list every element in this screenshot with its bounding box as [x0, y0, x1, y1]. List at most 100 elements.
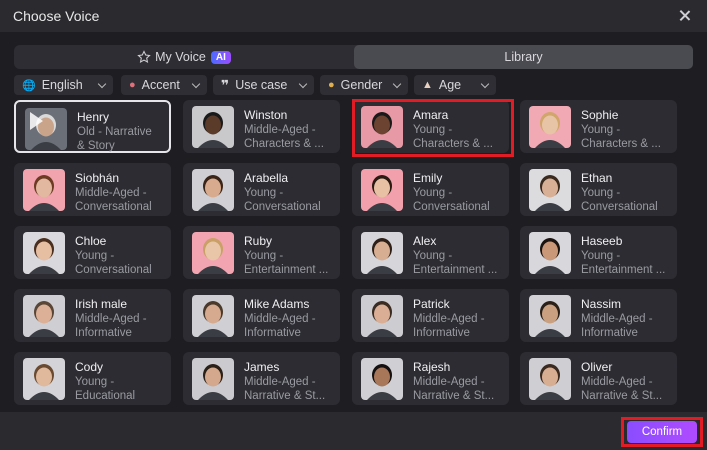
- voice-age-category: Middle-Aged -: [244, 124, 316, 136]
- voice-use-case: Conversational: [75, 201, 152, 213]
- voice-avatar: [529, 232, 571, 274]
- age-filter-label: Age: [438, 78, 462, 92]
- use-case-filter[interactable]: ❞ Use case: [213, 75, 314, 95]
- chevron-down-icon: [480, 79, 490, 89]
- voice-avatar: [192, 358, 234, 400]
- voice-card[interactable]: Chloe Young - Conversational: [14, 226, 171, 279]
- chevron-down-icon: [298, 79, 308, 89]
- voice-avatar: [529, 169, 571, 211]
- ai-badge: AI: [210, 50, 231, 64]
- voice-card[interactable]: Haseeb Young - Entertainment ...: [520, 226, 677, 279]
- voice-card[interactable]: Sophie Young - Characters & ...: [520, 100, 677, 153]
- voice-use-case: Entertainment ...: [244, 264, 329, 276]
- voice-age-category: Middle-Aged -: [413, 376, 485, 388]
- voice-avatar: [23, 295, 65, 337]
- voice-card[interactable]: Ruby Young - Entertainment ...: [183, 226, 340, 279]
- voice-age-category: Old - Narrative: [77, 126, 152, 138]
- voice-age-category: Young -: [75, 250, 115, 262]
- voice-card[interactable]: Irish male Middle-Aged - Informative: [14, 289, 171, 342]
- voice-name: James: [244, 360, 280, 374]
- voice-use-case: Narrative & St...: [244, 390, 326, 402]
- voice-card[interactable]: Emily Young - Conversational: [352, 163, 509, 216]
- voice-age-category: Young -: [413, 250, 453, 262]
- voice-age-category: Middle-Aged -: [244, 376, 316, 388]
- amara-highlight-box: [352, 99, 514, 157]
- voice-use-case: Characters & ...: [581, 138, 661, 150]
- voice-card[interactable]: Ethan Young - Conversational: [520, 163, 677, 216]
- voice-card[interactable]: Arabella Young - Conversational: [183, 163, 340, 216]
- tab-library-label: Library: [504, 50, 543, 64]
- voice-name: Rajesh: [413, 360, 451, 374]
- play-icon[interactable]: [30, 112, 43, 130]
- voice-name: Henry: [77, 110, 110, 124]
- voice-name: Sophie: [581, 108, 619, 122]
- voice-use-case: Conversational: [413, 201, 490, 213]
- voice-avatar: [23, 358, 65, 400]
- voice-name: Ethan: [581, 171, 613, 185]
- voice-age-category: Young -: [413, 187, 453, 199]
- voice-age-category: Young -: [581, 250, 621, 262]
- voice-age-category: Middle-Aged -: [581, 313, 653, 325]
- close-icon[interactable]: [677, 8, 693, 24]
- voice-use-case: Conversational: [244, 201, 321, 213]
- accent-filter[interactable]: ● Accent: [121, 75, 207, 95]
- voice-avatar: [361, 169, 403, 211]
- confirm-highlight-box: [621, 417, 703, 447]
- chevron-down-icon: [191, 79, 201, 89]
- tab-library[interactable]: Library: [354, 45, 693, 69]
- voice-age-category: Middle-Aged -: [244, 313, 316, 325]
- window-title: Choose Voice: [13, 8, 100, 24]
- voice-age-category: Young -: [581, 124, 621, 136]
- voice-card[interactable]: Alex Young - Entertainment ...: [352, 226, 509, 279]
- voice-use-case: Educational: [75, 390, 136, 402]
- use-case-filter-label: Use case: [235, 78, 288, 92]
- voice-card[interactable]: Winston Middle-Aged - Characters & ...: [183, 100, 340, 153]
- voice-name: Arabella: [244, 171, 289, 185]
- age-filter[interactable]: ▲ Age: [414, 75, 496, 95]
- quote-icon: ❞: [221, 76, 230, 93]
- voice-name: Oliver: [581, 360, 613, 374]
- voice-name: Irish male: [75, 297, 128, 311]
- cake-icon: ▲: [422, 79, 433, 91]
- voice-use-case: Narrative & St...: [581, 390, 663, 402]
- voice-avatar: [192, 295, 234, 337]
- voice-name: Mike Adams: [244, 297, 310, 311]
- voice-avatar: [361, 232, 403, 274]
- voice-name: Siobhán: [75, 171, 120, 185]
- voice-name: Chloe: [75, 234, 107, 248]
- voice-card[interactable]: James Middle-Aged - Narrative & St...: [183, 352, 340, 405]
- accent-filter-label: Accent: [141, 78, 180, 92]
- voice-age-category: Middle-Aged -: [413, 313, 485, 325]
- tab-my-voice[interactable]: My Voice AI: [14, 45, 354, 69]
- voice-age-category: Young -: [75, 376, 115, 388]
- voice-use-case: & Story: [77, 140, 115, 152]
- voice-age-category: Middle-Aged -: [75, 313, 147, 325]
- person-icon: ●: [328, 79, 335, 91]
- voice-use-case: Entertainment ...: [413, 264, 498, 276]
- voice-card[interactable]: Cody Young - Educational: [14, 352, 171, 405]
- chevron-down-icon: [97, 79, 107, 89]
- voice-card[interactable]: Patrick Middle-Aged - Informative: [352, 289, 509, 342]
- language-filter[interactable]: 🌐 English: [14, 75, 113, 95]
- voice-card[interactable]: Oliver Middle-Aged - Narrative & St...: [520, 352, 677, 405]
- gender-filter[interactable]: ● Gender: [320, 75, 408, 95]
- lips-icon: ●: [129, 79, 136, 91]
- voice-age-category: Young -: [244, 187, 284, 199]
- voice-name: Haseeb: [581, 234, 623, 248]
- voice-card[interactable]: Nassim Middle-Aged - Informative: [520, 289, 677, 342]
- voice-name: Alex: [413, 234, 437, 248]
- voice-card[interactable]: Henry Old - Narrative & Story: [14, 100, 171, 153]
- voice-card[interactable]: Rajesh Middle-Aged - Narrative & St...: [352, 352, 509, 405]
- voice-name: Winston: [244, 108, 288, 122]
- voice-card[interactable]: Mike Adams Middle-Aged - Informative: [183, 289, 340, 342]
- voice-age-category: Young -: [244, 250, 284, 262]
- language-filter-label: English: [41, 78, 83, 92]
- voice-avatar: [192, 232, 234, 274]
- voice-use-case: Informative: [581, 327, 638, 339]
- voice-use-case: Informative: [413, 327, 470, 339]
- tab-my-voice-label: My Voice: [155, 50, 206, 64]
- voice-name: Ruby: [244, 234, 273, 248]
- voice-card[interactable]: Siobhán Middle-Aged - Conversational: [14, 163, 171, 216]
- voice-avatar: [529, 358, 571, 400]
- voice-use-case: Entertainment ...: [581, 264, 666, 276]
